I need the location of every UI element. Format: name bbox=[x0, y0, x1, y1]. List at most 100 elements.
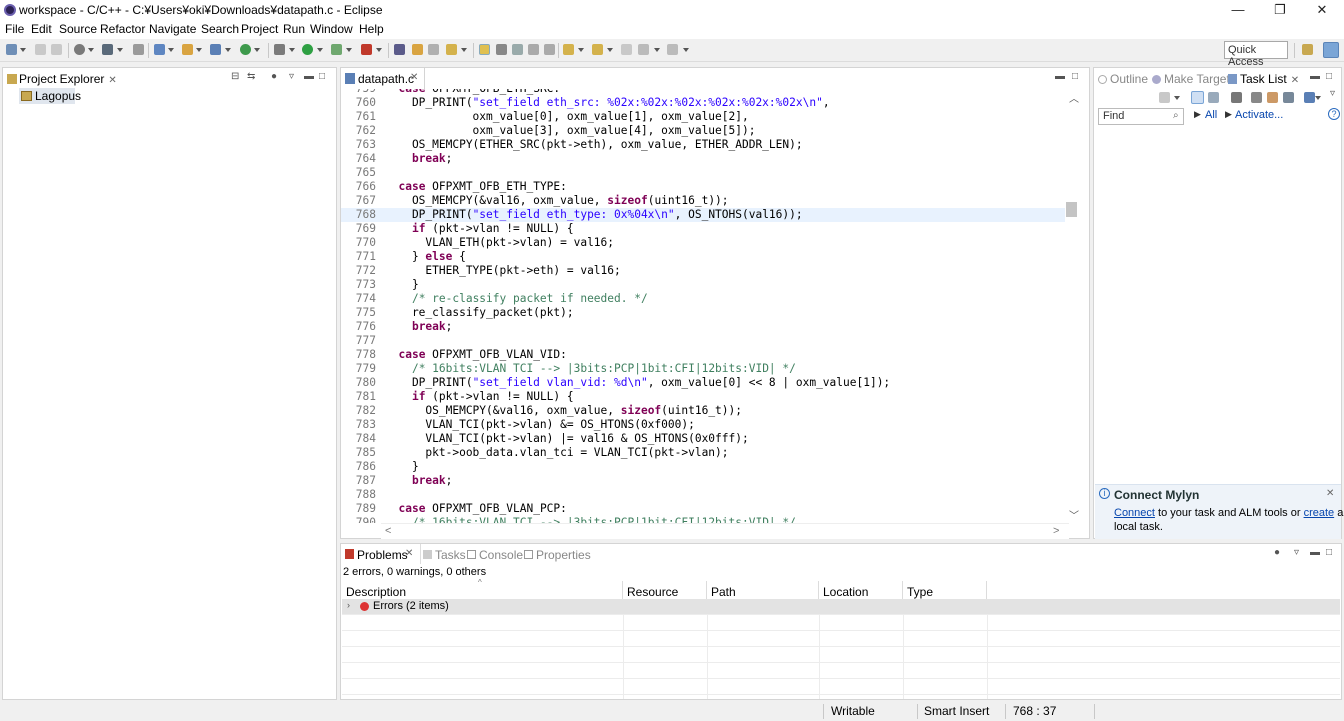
code-line[interactable]: 763 OS_MEMCPY(ETHER_SRC(pkt->eth), oxm_v… bbox=[341, 138, 1065, 152]
hide-completed-icon[interactable] bbox=[1251, 92, 1262, 103]
close-icon[interactable]: ✕ bbox=[410, 72, 418, 83]
scheduled-icon[interactable] bbox=[1208, 92, 1219, 103]
categorized-icon[interactable] bbox=[1191, 91, 1204, 104]
code-line[interactable]: 768 DP_PRINT("set_field eth_type: 0x%04x… bbox=[341, 208, 1065, 222]
code-line[interactable]: 771 } else { bbox=[341, 250, 1065, 264]
code-line[interactable]: 773 } bbox=[341, 278, 1065, 292]
minimize-view-icon[interactable]: ▬ bbox=[1310, 71, 1320, 82]
tab-task-list[interactable]: Task List ✕ bbox=[1228, 72, 1299, 86]
code-line[interactable]: 765 bbox=[341, 166, 1065, 180]
chevron-down-icon[interactable] bbox=[1315, 96, 1321, 100]
code-text[interactable]: DP_PRINT("set_field vlan_vid: %d\n", oxm… bbox=[385, 376, 890, 390]
toggle-word-wrap-icon[interactable] bbox=[544, 44, 555, 55]
menu-navigate[interactable]: Navigate bbox=[149, 22, 196, 36]
close-icon[interactable]: ✕ bbox=[1291, 75, 1299, 86]
close-icon[interactable]: ✕ bbox=[405, 548, 413, 559]
code-line[interactable]: 767 OS_MEMCPY(&val16, oxm_value, sizeof(… bbox=[341, 194, 1065, 208]
chevron-right-icon[interactable]: › bbox=[347, 600, 350, 610]
code-text[interactable]: /* re-classify packet if needed. */ bbox=[385, 292, 648, 306]
create-link[interactable]: create bbox=[1304, 507, 1335, 519]
save-all-icon[interactable] bbox=[51, 44, 62, 55]
code-text[interactable]: oxm_value[3], oxm_value[4], oxm_value[5]… bbox=[385, 124, 756, 138]
minimize-view-icon[interactable]: ▬ bbox=[1310, 547, 1320, 558]
code-text[interactable]: ETHER_TYPE(pkt->eth) = val16; bbox=[385, 264, 620, 278]
menu-run[interactable]: Run bbox=[283, 22, 305, 36]
maximize-view-icon[interactable]: □ bbox=[1326, 547, 1332, 558]
chevron-down-icon[interactable] bbox=[225, 48, 231, 52]
tab-problems[interactable]: Problems ✕ bbox=[341, 544, 421, 564]
flashlight-icon[interactable] bbox=[446, 44, 457, 55]
open-element-icon[interactable] bbox=[394, 44, 405, 55]
chevron-down-icon[interactable] bbox=[461, 48, 467, 52]
focus-icon[interactable] bbox=[1231, 92, 1242, 103]
code-text[interactable]: break; bbox=[385, 152, 452, 166]
tab-datapath-c[interactable]: datapath.c ✕ bbox=[341, 68, 425, 89]
minimize-view-icon[interactable]: ▬ bbox=[304, 71, 314, 82]
code-text[interactable]: pkt->oob_data.vlan_tci = VLAN_TCI(pkt->v… bbox=[385, 446, 728, 460]
chevron-down-icon[interactable] bbox=[1174, 96, 1180, 100]
sort-icon[interactable] bbox=[1267, 92, 1278, 103]
code-line[interactable]: 789 case OFPXMT_OFB_VLAN_PCP: bbox=[341, 502, 1065, 516]
column-header-resource[interactable]: Resource bbox=[623, 581, 707, 600]
code-text[interactable]: VLAN_TCI(pkt->vlan) &= OS_HTONS(0xf000); bbox=[385, 418, 694, 432]
scroll-up-icon[interactable]: ︿ bbox=[1069, 90, 1079, 105]
tab-project-explorer[interactable]: Project Explorer ✕ bbox=[7, 72, 117, 86]
maximize-view-icon[interactable]: □ bbox=[1326, 71, 1332, 82]
code-line[interactable]: 786 } bbox=[341, 460, 1065, 474]
maximize-view-icon[interactable]: □ bbox=[319, 71, 325, 82]
tab-make-target[interactable]: Make Target bbox=[1152, 72, 1230, 86]
new-folder-icon[interactable] bbox=[182, 44, 193, 55]
code-text[interactable]: oxm_value[0], oxm_value[1], oxm_value[2]… bbox=[385, 110, 749, 124]
c-cpp-perspective-icon[interactable] bbox=[1323, 42, 1339, 58]
activate-link[interactable]: Activate... bbox=[1235, 109, 1283, 121]
scroll-down-icon[interactable]: ﹀ bbox=[1069, 507, 1079, 522]
column-header-path[interactable]: Path bbox=[707, 581, 819, 600]
code-line[interactable]: 772 ETHER_TYPE(pkt->eth) = val16; bbox=[341, 264, 1065, 278]
open-perspective-icon[interactable] bbox=[1302, 44, 1313, 55]
last-edit-icon[interactable] bbox=[621, 44, 632, 55]
code-text[interactable]: VLAN_TCI(pkt->vlan) |= val16 & OS_HTONS(… bbox=[385, 432, 748, 446]
coverage-icon[interactable] bbox=[331, 44, 342, 55]
code-line[interactable]: 777 bbox=[341, 334, 1065, 348]
tab-console[interactable]: Console bbox=[467, 548, 523, 562]
code-line[interactable]: 778 case OFPXMT_OFB_VLAN_VID: bbox=[341, 348, 1065, 362]
collapse-all-icon[interactable]: ⊟ bbox=[231, 71, 239, 82]
code-text[interactable]: if (pkt->vlan != NULL) { bbox=[385, 222, 574, 236]
connect-link[interactable]: Connect bbox=[1114, 507, 1155, 519]
external-tools-icon[interactable] bbox=[361, 44, 372, 55]
chevron-down-icon[interactable] bbox=[289, 48, 295, 52]
scrollbar-thumb[interactable] bbox=[1066, 202, 1077, 217]
code-line[interactable]: 783 VLAN_TCI(pkt->vlan) &= OS_HTONS(0xf0… bbox=[341, 418, 1065, 432]
code-line[interactable]: 766 case OFPXMT_OFB_ETH_TYPE: bbox=[341, 180, 1065, 194]
code-text[interactable]: case OFPXMT_OFB_VLAN_VID: bbox=[385, 348, 566, 362]
code-line[interactable]: 774 /* re-classify packet if needed. */ bbox=[341, 292, 1065, 306]
previous-annotation-icon[interactable] bbox=[592, 44, 603, 55]
minimize-view-icon[interactable]: ▬ bbox=[1055, 71, 1065, 82]
chevron-down-icon[interactable] bbox=[20, 48, 26, 52]
code-text[interactable]: DP_PRINT("set_field eth_src: %02x:%02x:%… bbox=[385, 96, 830, 110]
chevron-down-icon[interactable] bbox=[196, 48, 202, 52]
list-item[interactable]: Lagopus bbox=[19, 88, 81, 104]
vertical-scrollbar[interactable]: ︿ ﹀ bbox=[1065, 89, 1083, 523]
code-line[interactable]: 790 /* 16bits:VLAN TCI --> |3bits:PCP|1b… bbox=[341, 516, 1065, 523]
code-text[interactable]: break; bbox=[385, 320, 452, 334]
link-editor-icon[interactable]: ⇆ bbox=[247, 71, 255, 82]
toggle-whitespace-icon[interactable] bbox=[512, 44, 523, 55]
menu-source[interactable]: Source bbox=[59, 22, 97, 36]
open-type-icon[interactable] bbox=[412, 44, 423, 55]
chevron-down-icon[interactable] bbox=[168, 48, 174, 52]
chevron-down-icon[interactable] bbox=[117, 48, 123, 52]
search-icon[interactable] bbox=[428, 44, 439, 55]
code-line[interactable]: 784 VLAN_TCI(pkt->vlan) |= val16 & OS_HT… bbox=[341, 432, 1065, 446]
save-icon[interactable] bbox=[35, 44, 46, 55]
menu-project[interactable]: Project bbox=[241, 22, 278, 36]
code-text[interactable]: OS_MEMCPY(&val16, oxm_value, sizeof(uint… bbox=[385, 194, 729, 208]
scroll-left-icon[interactable]: < bbox=[385, 525, 391, 537]
menu-help[interactable]: Help bbox=[359, 22, 384, 36]
code-text[interactable]: DP_PRINT("set_field eth_type: 0x%04x\n",… bbox=[385, 208, 803, 222]
menu-file[interactable]: File bbox=[5, 22, 24, 36]
toggle-block-icon[interactable] bbox=[496, 44, 507, 55]
code-text[interactable]: break; bbox=[385, 474, 452, 488]
code-line[interactable]: 764 break; bbox=[341, 152, 1065, 166]
collapse-all-icon[interactable] bbox=[1283, 92, 1294, 103]
